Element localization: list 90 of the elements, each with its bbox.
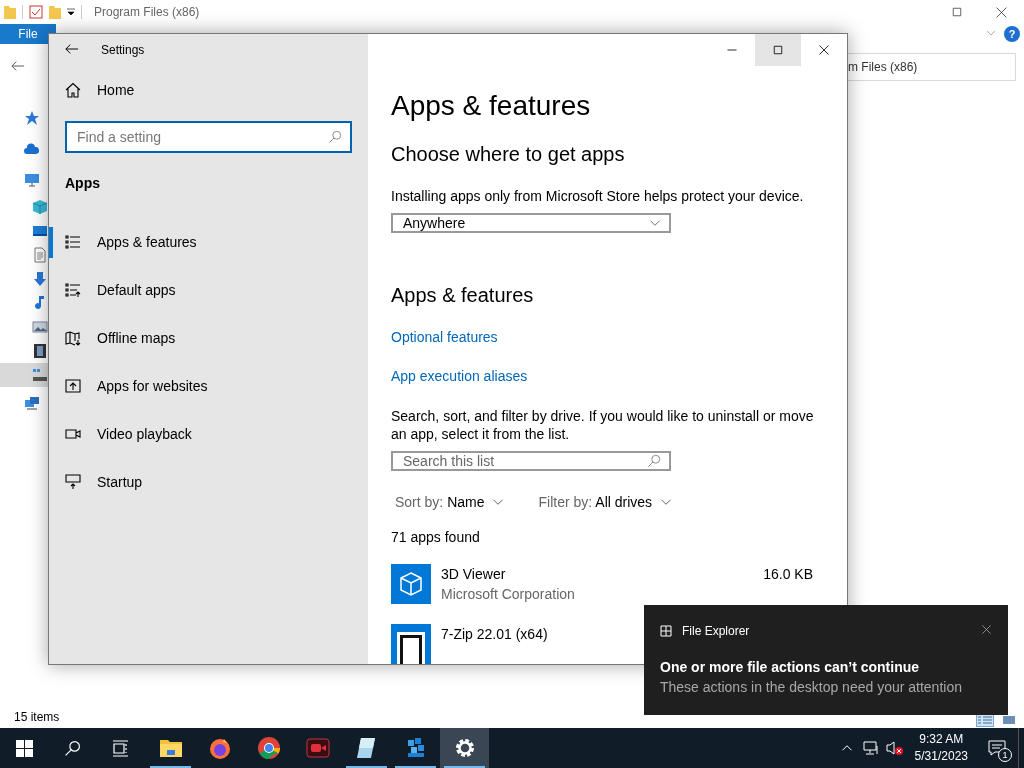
help-button[interactable]: ? (1004, 26, 1020, 42)
date-text: 5/31/2023 (914, 748, 968, 765)
view-toggle[interactable] (1000, 713, 1018, 727)
search-icon (647, 454, 661, 468)
page-title: Apps & features (391, 89, 592, 123)
action-center-button[interactable]: 1 (976, 728, 1018, 768)
link[interactable]: Optional features (391, 327, 498, 347)
network-icon (24, 394, 40, 411)
folder-icon (49, 5, 61, 19)
back-arrow-icon (65, 41, 79, 56)
monitor-arrow-icon (65, 474, 81, 490)
clock[interactable]: 9:32 AM 5/31/2023 (906, 731, 976, 765)
document-icon (32, 247, 48, 263)
film-icon (32, 343, 48, 359)
notification-toast[interactable]: File Explorer One or more file actions can’t continue These actions in the desktop need your attention (644, 605, 1008, 715)
search-icon (63, 739, 81, 757)
cube-icon (391, 564, 431, 604)
file-tab[interactable]: File (0, 24, 56, 44)
nav-item[interactable]: Offline maps (49, 314, 368, 362)
window-arrow-icon (65, 378, 81, 394)
app-name: 3D Viewer (441, 565, 506, 584)
nav-item[interactable] (0, 363, 48, 387)
list-icon (65, 234, 81, 250)
maximize-icon (772, 44, 784, 56)
home-icon (65, 82, 81, 98)
windows-logo-icon (15, 739, 33, 757)
message-icon (988, 739, 1006, 757)
monitor-icon (24, 171, 40, 188)
details-view-icon (978, 715, 992, 725)
restore-icon (950, 5, 963, 18)
folder-icon (4, 5, 16, 19)
nav-item[interactable]: Startup (49, 458, 368, 506)
app-size: 16.0 KB (763, 565, 813, 584)
back-arrow-icon (11, 58, 25, 73)
cloud-icon (24, 140, 40, 157)
home-link[interactable]: Home (49, 66, 368, 114)
app-publisher: Microsoft Corporation (441, 585, 575, 604)
status-text: 15 items (14, 710, 60, 724)
close-icon (818, 44, 830, 56)
dropdown-caret-icon (67, 8, 75, 16)
star-icon (24, 109, 40, 126)
help-text: Search, sort, and filter by drive. If you would like to uninstall or move an app, select it from the list. (391, 407, 815, 443)
app-name: 7-Zip 22.01 (x64) (441, 625, 548, 644)
close-icon (981, 624, 992, 635)
toast-title: One or more file actions can’t continue (660, 658, 921, 677)
chrome-icon (256, 736, 281, 760)
drive-icon (32, 367, 48, 383)
nav-item[interactable]: Video playback (49, 410, 368, 458)
picture-icon (32, 319, 48, 335)
list-icon (65, 282, 81, 298)
firefox-icon (207, 736, 232, 760)
taskbar-app-button[interactable] (440, 728, 489, 768)
link[interactable]: App execution aliases (391, 366, 528, 386)
toast-app-name: File Explorer (682, 624, 750, 638)
filter-dropdown[interactable]: Filter by: All drives (538, 492, 673, 512)
cube-icon (32, 199, 48, 215)
section-title: Apps (65, 174, 101, 193)
result-count: 71 apps found (391, 528, 481, 547)
checkbox-icon (29, 5, 43, 19)
muted-speaker-icon (885, 740, 904, 756)
camera-recorder-icon (305, 736, 330, 760)
video-camera-icon (65, 426, 81, 442)
map-icon (65, 330, 81, 346)
download-arrow-icon (32, 271, 48, 287)
section-heading: Choose where to get apps (391, 142, 626, 167)
chevron-down-icon (986, 28, 996, 38)
address-text: m Files (x86) (848, 60, 918, 74)
task-view-icon (111, 739, 129, 757)
search-field[interactable]: Find a setting (65, 121, 352, 153)
tiles-view-icon (1002, 715, 1016, 725)
nav-item[interactable]: Apps & features (49, 218, 368, 266)
notification-count: 1 (998, 748, 1012, 762)
window-title: Settings (101, 43, 145, 57)
search-icon (328, 130, 342, 144)
app-grid-icon (660, 625, 672, 637)
desktop-icon (32, 223, 48, 239)
network-monitor-icon (862, 740, 879, 756)
close-icon (995, 5, 1008, 19)
nav-item[interactable]: Default apps (49, 266, 368, 314)
list-search-field[interactable]: Search this list (391, 451, 671, 471)
time-text: 9:32 AM (919, 731, 964, 748)
sort-dropdown[interactable]: Sort by: Name (395, 492, 505, 512)
app-item[interactable]: 3D Viewer Microsoft Corporation 16.0 KB (391, 564, 847, 604)
source-dropdown[interactable]: Anywhere (391, 213, 671, 233)
toast-message: These actions in the desktop need your attention (660, 678, 963, 697)
section-heading: Apps & features (391, 283, 535, 308)
window-title: Program Files (x86) (94, 5, 200, 19)
nav-item[interactable]: Apps for websites (49, 362, 368, 410)
description-text: Installing apps only from Microsoft Store helps protect your device. (391, 187, 805, 206)
address-field[interactable]: m Files (x86) (848, 53, 1016, 81)
